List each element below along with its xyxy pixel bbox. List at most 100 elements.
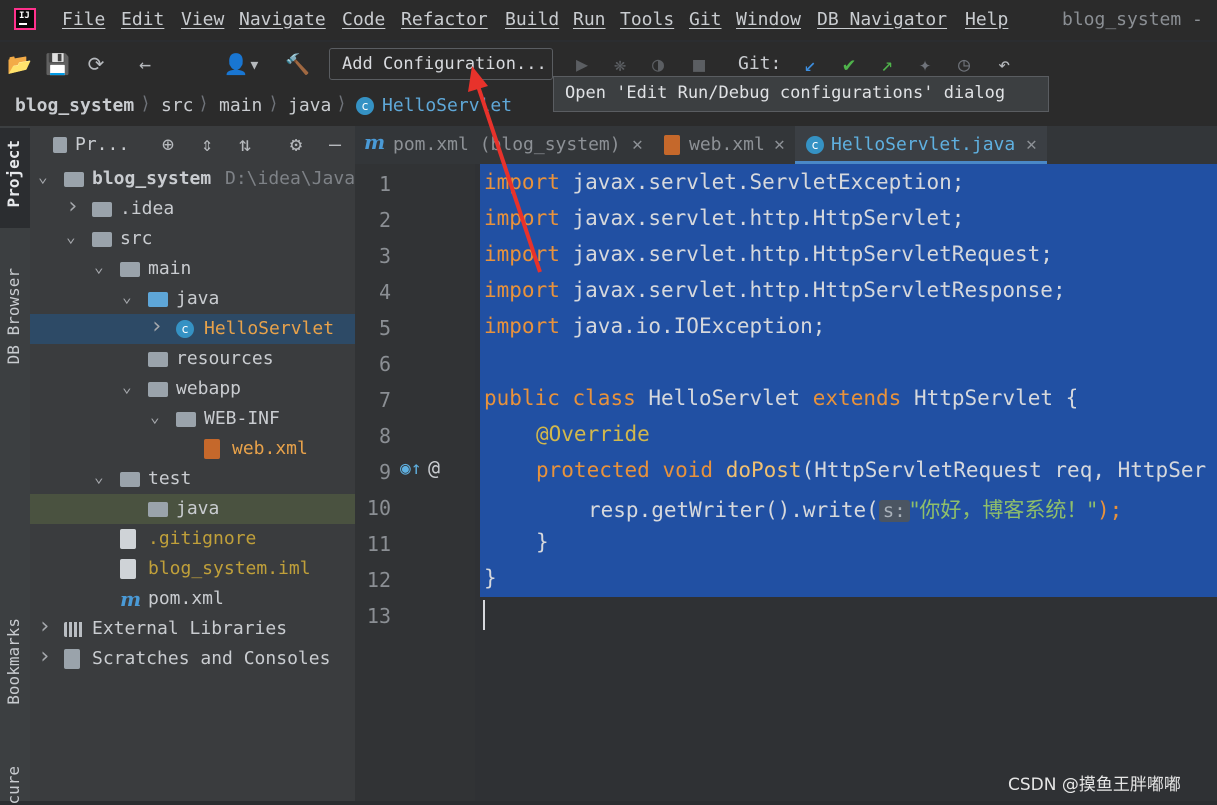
menu-refactor[interactable]: Refactor: [401, 9, 488, 30]
tree-item[interactable]: ⌄ WEB-INF: [30, 404, 355, 434]
stop-icon[interactable]: ■: [687, 52, 711, 76]
coverage-icon[interactable]: ◑: [646, 52, 670, 76]
add-configuration-button[interactable]: Add Configuration...: [329, 48, 553, 80]
run-icon[interactable]: ▶: [570, 52, 594, 76]
menu-tools[interactable]: Tools: [620, 9, 674, 30]
tree-item[interactable]: blog_system.iml: [30, 554, 355, 584]
tree-item[interactable]: web.xml: [30, 434, 355, 464]
tree-item[interactable]: › c HelloServlet: [30, 314, 355, 344]
debug-icon[interactable]: ❋: [608, 52, 632, 76]
project-view-icon: [53, 137, 67, 153]
tree-item-label: blog_system.iml: [148, 558, 311, 579]
breadcrumb-src[interactable]: src: [161, 95, 194, 116]
tree-item[interactable]: › Scratches and Consoles: [30, 644, 355, 674]
menu-git[interactable]: Git: [689, 9, 722, 30]
back-arrow-icon[interactable]: ←: [133, 52, 157, 76]
breadcrumb-main[interactable]: main: [219, 95, 262, 116]
code-line-2[interactable]: import javax.servlet.http.HttpServlet;: [484, 206, 964, 230]
chevron-down-icon[interactable]: ⌄: [122, 287, 132, 306]
tree-item-label: resources: [176, 348, 274, 369]
git-merge-icon[interactable]: ✦: [913, 52, 937, 76]
chevron-right-icon[interactable]: ›: [150, 314, 163, 339]
tree-item[interactable]: java: [30, 494, 355, 524]
db-browser-tool-tab[interactable]: DB Browser: [4, 268, 23, 364]
git-update-icon[interactable]: ↙: [798, 52, 822, 76]
code-line-12[interactable]: }: [484, 566, 497, 590]
chevron-down-icon[interactable]: ⌄: [94, 467, 104, 486]
menu-navigate[interactable]: Navigate: [239, 9, 326, 30]
breadcrumb-java[interactable]: java: [288, 95, 331, 116]
user-dropdown-icon[interactable]: 👤▾: [222, 52, 262, 76]
code-line-1[interactable]: import javax.servlet.ServletException;: [484, 170, 964, 194]
code-line-3[interactable]: import javax.servlet.http.HttpServletReq…: [484, 242, 1053, 266]
tree-item[interactable]: .gitignore: [30, 524, 355, 554]
menu-file[interactable]: File: [62, 9, 105, 30]
breadcrumb-separator: ⟩: [268, 93, 279, 114]
code-line-5[interactable]: import java.io.IOException;: [484, 314, 825, 338]
save-icon[interactable]: 💾: [45, 52, 70, 76]
git-push-icon[interactable]: ↗: [875, 52, 899, 76]
git-commit-icon[interactable]: ✔: [837, 52, 861, 76]
menu-build[interactable]: Build: [505, 9, 559, 30]
tree-item-label: .gitignore: [148, 528, 257, 549]
file-icon: [120, 529, 136, 549]
keyword: import: [484, 242, 560, 266]
open-folder-icon[interactable]: 📂: [7, 52, 32, 76]
text-caret: [483, 600, 485, 630]
code-line-8[interactable]: @Override: [536, 422, 650, 446]
tree-item[interactable]: ⌄ blog_system D:\idea\Java: [30, 164, 355, 194]
chevron-right-icon[interactable]: ›: [66, 194, 79, 219]
structure-tool-tab[interactable]: cure: [4, 766, 23, 805]
chevron-down-icon[interactable]: ⌄: [150, 407, 160, 426]
menu-run[interactable]: Run: [573, 9, 606, 30]
folder-icon: [120, 262, 140, 277]
folder-icon: [148, 292, 168, 307]
expand-all-icon[interactable]: ⇕: [195, 132, 219, 156]
project-panel-title[interactable]: Pr...: [75, 134, 129, 155]
breadcrumb-class[interactable]: HelloServlet: [382, 95, 512, 116]
chevron-down-icon[interactable]: ⌄: [122, 377, 132, 396]
tree-item[interactable]: ⌄ src: [30, 224, 355, 254]
code-line-4[interactable]: import javax.servlet.http.HttpServletRes…: [484, 278, 1066, 302]
code-line-11[interactable]: }: [536, 530, 549, 554]
override-marker-icon[interactable]: ◉↑: [400, 458, 422, 479]
tree-item[interactable]: ⌄ main: [30, 254, 355, 284]
code-line-7[interactable]: public class HelloServlet extends HttpSe…: [484, 386, 1078, 410]
chevron-down-icon[interactable]: ⌄: [38, 167, 48, 186]
tree-item[interactable]: resources: [30, 344, 355, 374]
tree-item[interactable]: ⌄ webapp: [30, 374, 355, 404]
code-line-9[interactable]: protected void doPost(HttpServletRequest…: [536, 458, 1206, 482]
code-line-10[interactable]: resp.getWriter().write(s: "你好，博客系统！");: [588, 494, 1122, 524]
chevron-right-icon[interactable]: ›: [38, 614, 51, 639]
locate-target-icon[interactable]: ⊕: [156, 132, 180, 156]
chevron-right-icon[interactable]: ›: [38, 644, 51, 669]
breadcrumb-project[interactable]: blog_system: [15, 95, 134, 116]
chevron-down-icon[interactable]: ⌄: [66, 227, 76, 246]
build-hammer-icon[interactable]: 🔨: [285, 52, 310, 76]
tree-item[interactable]: › .idea: [30, 194, 355, 224]
hide-minus-icon[interactable]: —: [323, 132, 347, 156]
project-tool-tab[interactable]: Project: [4, 140, 23, 207]
tree-item-label: java: [176, 288, 220, 309]
menu-db-navigator[interactable]: DB Navigator: [817, 9, 947, 30]
git-history-icon[interactable]: ◷: [952, 52, 976, 76]
collapse-all-icon[interactable]: ⇅: [233, 132, 257, 156]
tree-item[interactable]: ⌄ java: [30, 284, 355, 314]
menu-help[interactable]: Help: [965, 9, 1008, 30]
line-number: 12: [366, 568, 391, 592]
menu-window[interactable]: Window: [736, 9, 801, 30]
chevron-down-icon[interactable]: ⌄: [94, 257, 104, 276]
tree-item[interactable]: m pom.xml: [30, 584, 355, 614]
line-number: 8: [378, 424, 391, 448]
git-rollback-icon[interactable]: ↶: [992, 52, 1016, 76]
menu-view[interactable]: View: [181, 9, 224, 30]
bookmarks-tool-tab[interactable]: Bookmarks: [4, 618, 23, 705]
menu-edit[interactable]: Edit: [121, 9, 164, 30]
gear-icon[interactable]: ⚙: [284, 132, 308, 156]
tree-item-label: test: [148, 468, 192, 489]
menu-code[interactable]: Code: [342, 9, 385, 30]
tree-item[interactable]: › External Libraries: [30, 614, 355, 644]
sync-icon[interactable]: ⟳: [84, 52, 108, 76]
code-text: }: [536, 530, 549, 554]
tree-item[interactable]: ⌄ test: [30, 464, 355, 494]
